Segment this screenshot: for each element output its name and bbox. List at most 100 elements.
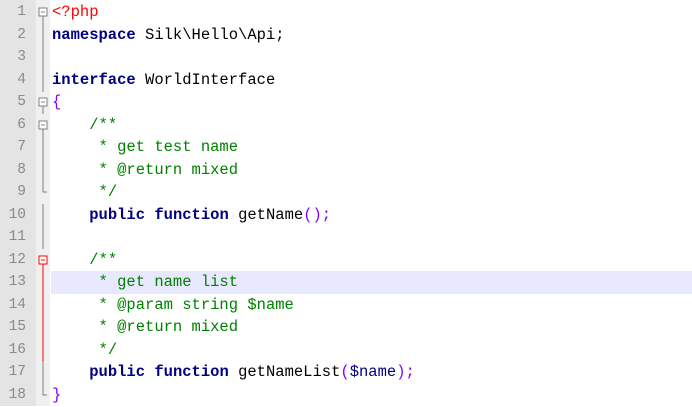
line-number: 11: [8, 229, 26, 245]
code-token: /**: [89, 250, 118, 269]
fold-line-icon: [37, 23, 49, 47]
code-token: ();: [303, 205, 332, 224]
code-line[interactable]: 12 /**: [0, 249, 692, 272]
code-token: WorldInterface: [135, 70, 276, 89]
code-token: (: [340, 363, 350, 381]
code-line[interactable]: 4 interface WorldInterface: [0, 68, 692, 92]
fold-line-icon: [37, 226, 49, 249]
code-line[interactable]: 8 * @return mixed: [0, 158, 692, 182]
line-number: 7: [17, 139, 26, 155]
code-token: Silk\Hello\Api;: [135, 25, 285, 44]
fold-line-icon: [37, 203, 49, 227]
code-token: getNameList: [228, 363, 341, 381]
code-text: /**: [52, 114, 117, 137]
code-token: interface: [52, 70, 136, 89]
code-line[interactable]: 17 public function getNameList($name);: [0, 361, 692, 384]
code-text: public function getNameList($name);: [52, 361, 415, 384]
fold-toggle-icon[interactable]: [37, 114, 49, 137]
fold-line-icon: [37, 136, 49, 159]
code-text: }: [52, 384, 61, 407]
code-line[interactable]: 14 * @param string $name: [0, 293, 692, 317]
line-number: 13: [8, 274, 26, 290]
code-token: * @param string $name: [98, 295, 294, 314]
code-line[interactable]: 6 /**: [0, 114, 692, 137]
code-token: namespace: [52, 25, 136, 44]
code-token: {: [52, 93, 62, 111]
fold-line-icon: [37, 361, 49, 384]
code-token: function: [154, 205, 229, 224]
code-text: * get test name: [52, 136, 239, 159]
code-text: * @param string $name: [52, 294, 294, 317]
code-text: * @return mixed: [52, 316, 239, 339]
code-token: public: [89, 363, 146, 381]
code-text: public function getName();: [52, 204, 331, 227]
code-line[interactable]: 9 */: [0, 181, 692, 204]
line-number: 8: [17, 161, 26, 178]
line-number: 12: [8, 251, 26, 268]
code-editor[interactable]: 1 <?php 2 namespace Silk\Hello\Api; 3 4 interf…: [0, 0, 692, 406]
code-token: getName: [228, 205, 304, 224]
code-token: * get name list: [98, 273, 239, 291]
code-token: );: [396, 363, 415, 381]
code-token: * get test name: [98, 138, 239, 156]
line-number: 10: [8, 206, 26, 223]
code-token: */: [98, 340, 118, 359]
code-text: <?php: [52, 1, 99, 24]
code-area[interactable]: 1 <?php 2 namespace Silk\Hello\Api; 3 4 interf…: [0, 1, 692, 406]
code-text: {: [52, 91, 61, 114]
fold-toggle-icon[interactable]: [37, 1, 49, 24]
fold-line-icon: [37, 68, 49, 92]
code-text: */: [52, 181, 118, 204]
code-token: }: [52, 385, 62, 404]
line-number: 9: [17, 184, 26, 200]
fold-line-icon: [37, 158, 49, 182]
code-text: * get name list: [52, 271, 239, 294]
code-line[interactable]: 13 * get name list: [0, 271, 692, 294]
code-line[interactable]: 5{: [0, 91, 692, 114]
code-token: * @return mixed: [98, 160, 239, 179]
code-text: namespace Silk\Hello\Api;: [52, 24, 285, 47]
code-token: public: [89, 205, 146, 224]
code-line[interactable]: 15 * @return mixed: [0, 316, 692, 339]
code-text: * @return mixed: [52, 159, 239, 182]
code-line[interactable]: 18}: [0, 383, 692, 407]
fold-toggle-icon[interactable]: [37, 249, 49, 272]
code-token: * @return mixed: [98, 318, 239, 336]
line-number: 2: [17, 26, 26, 43]
code-text: interface WorldInterface: [52, 69, 275, 92]
fold-line-icon: [37, 383, 49, 407]
code-line[interactable]: 10 public function getName();: [0, 203, 692, 227]
line-number: 18: [8, 386, 26, 403]
fold-toggle-icon[interactable]: [37, 91, 49, 114]
code-text: */: [52, 339, 118, 362]
code-text: /**: [52, 249, 117, 272]
code-line[interactable]: 2 namespace Silk\Hello\Api;: [0, 23, 692, 47]
code-token: $name: [349, 363, 397, 381]
fold-line-icon: [37, 338, 49, 362]
code-line[interactable]: 16 */: [0, 338, 692, 362]
line-number: 5: [17, 94, 26, 110]
fold-line-icon: [37, 181, 49, 204]
code-line[interactable]: 7 * get test name: [0, 136, 692, 159]
code-line[interactable]: 1 <?php: [0, 1, 692, 24]
fold-line-icon: [37, 271, 49, 294]
code-token: <?php: [52, 3, 99, 21]
code-line[interactable]: 11: [0, 226, 692, 249]
code-line[interactable]: 3: [0, 46, 692, 69]
line-number: 16: [8, 341, 26, 358]
code-token: function: [154, 363, 229, 381]
fold-line-icon: [37, 46, 49, 69]
code-token: */: [98, 183, 118, 201]
line-number: 15: [8, 319, 26, 335]
line-number: 17: [8, 364, 26, 380]
